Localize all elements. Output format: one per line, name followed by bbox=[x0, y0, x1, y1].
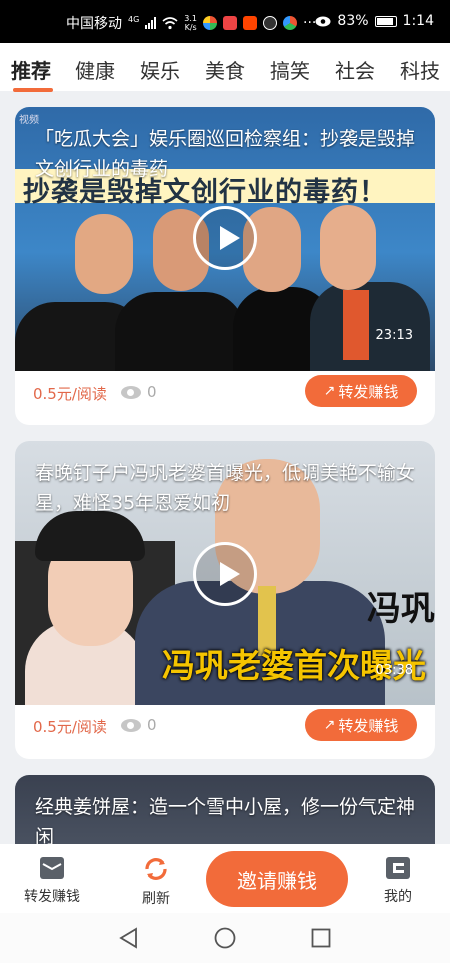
app-notification-icon bbox=[263, 16, 278, 30]
price-per-read: 0.5元/阅读 bbox=[33, 718, 107, 736]
forward-icon bbox=[40, 857, 64, 879]
battery-percent: 83% bbox=[337, 13, 369, 29]
signal-icon bbox=[145, 17, 157, 29]
tab-funny[interactable]: 搞笑 bbox=[270, 55, 310, 84]
share-earn-label: 转发赚钱 bbox=[338, 382, 399, 401]
network-speed: 3.1 K/s bbox=[184, 14, 197, 32]
thumbnail-person bbox=[35, 511, 145, 561]
active-tab-indicator bbox=[13, 88, 53, 92]
play-icon[interactable] bbox=[193, 542, 257, 606]
tab-food[interactable]: 美食 bbox=[205, 55, 245, 84]
thumbnail-person bbox=[115, 292, 245, 371]
play-icon[interactable] bbox=[193, 206, 257, 270]
price-per-read: 0.5元/阅读 bbox=[33, 385, 107, 403]
category-tabs: 推荐 健康 娱乐 美食 搞笑 社会 科技 bbox=[0, 43, 450, 91]
recents-icon[interactable] bbox=[311, 928, 331, 948]
thumbnail-person bbox=[75, 214, 133, 294]
thumbnail-person bbox=[320, 205, 376, 290]
thumbnail-caption: 冯巩 bbox=[367, 589, 435, 629]
wifi-icon bbox=[162, 16, 178, 29]
tab-recommend[interactable]: 推荐 bbox=[11, 55, 51, 84]
network-type: 4G bbox=[128, 14, 140, 24]
article-card[interactable]: 视频 抄袭是毁掉文创行业的毒药！ 「吃瓜大会」娱乐圈巡回检察组：抄袭是毁掉文创行… bbox=[15, 107, 435, 425]
invite-earn-label: 邀请赚钱 bbox=[237, 868, 317, 893]
refresh-icon bbox=[145, 858, 167, 880]
system-nav-bar bbox=[0, 913, 450, 963]
share-earn-label: 转发赚钱 bbox=[338, 716, 399, 735]
nav-refresh[interactable]: 刷新 bbox=[136, 856, 176, 908]
back-icon[interactable] bbox=[118, 927, 140, 949]
battery-icon bbox=[374, 15, 397, 27]
view-count: 0 bbox=[121, 383, 157, 401]
share-icon: ↗ bbox=[323, 383, 336, 399]
nav-mine[interactable]: 我的 bbox=[380, 856, 416, 906]
carrier-label: 中国移动 bbox=[66, 16, 122, 32]
app-notification-icon bbox=[243, 16, 258, 30]
eye-icon bbox=[121, 718, 141, 732]
video-duration: 03:38 bbox=[375, 663, 413, 678]
article-card[interactable]: 冯巩 冯巩老婆首次曝光 春晚钉子户冯巩老婆首曝光，低调美艳不输女星，难怪35年恩… bbox=[15, 441, 435, 759]
nav-mine-label: 我的 bbox=[384, 889, 412, 905]
nav-forward-label: 转发赚钱 bbox=[24, 889, 80, 905]
network-speed-value: 3.1 bbox=[184, 14, 198, 23]
network-speed-unit: K/s bbox=[184, 23, 197, 32]
view-count-value: 0 bbox=[147, 716, 157, 734]
app-notification-icon bbox=[283, 16, 298, 30]
article-title[interactable]: 经典姜饼屋：造一个雪中小屋，修一份气定神闲 bbox=[35, 792, 420, 852]
view-count-value: 0 bbox=[147, 383, 157, 401]
app-notification-icon bbox=[223, 16, 238, 30]
status-bar: 中国移动 4G 3.1 K/s ··· 83% 1:14 bbox=[0, 0, 450, 43]
app-notification-icon bbox=[203, 16, 218, 30]
more-icon: ··· bbox=[303, 15, 317, 31]
nav-refresh-label: 刷新 bbox=[142, 891, 170, 907]
share-icon: ↗ bbox=[323, 717, 336, 733]
profile-icon bbox=[386, 857, 410, 879]
tab-health[interactable]: 健康 bbox=[75, 55, 115, 84]
view-count: 0 bbox=[121, 716, 157, 734]
home-icon[interactable] bbox=[214, 927, 236, 949]
tab-entertainment[interactable]: 娱乐 bbox=[140, 55, 180, 84]
eye-icon bbox=[121, 385, 141, 399]
nav-forward-earn[interactable]: 转发赚钱 bbox=[20, 856, 84, 906]
thumbnail-person bbox=[310, 282, 430, 371]
share-earn-button[interactable]: ↗ 转发赚钱 bbox=[305, 709, 417, 741]
invite-earn-button[interactable]: 邀请赚钱 bbox=[206, 851, 348, 907]
tab-society[interactable]: 社会 bbox=[335, 55, 375, 84]
tab-tech[interactable]: 科技 bbox=[400, 55, 440, 84]
share-earn-button[interactable]: ↗ 转发赚钱 bbox=[305, 375, 417, 407]
article-title[interactable]: 春晚钉子户冯巩老婆首曝光，低调美艳不输女星，难怪35年恩爱如初 bbox=[35, 458, 420, 518]
video-duration: 23:13 bbox=[375, 328, 413, 343]
thumbnail-person bbox=[343, 290, 369, 360]
clock: 1:14 bbox=[402, 13, 434, 29]
article-title[interactable]: 「吃瓜大会」娱乐圈巡回检察组：抄袭是毁掉文创行业的毒药 bbox=[35, 124, 420, 184]
eye-icon bbox=[315, 16, 331, 26]
